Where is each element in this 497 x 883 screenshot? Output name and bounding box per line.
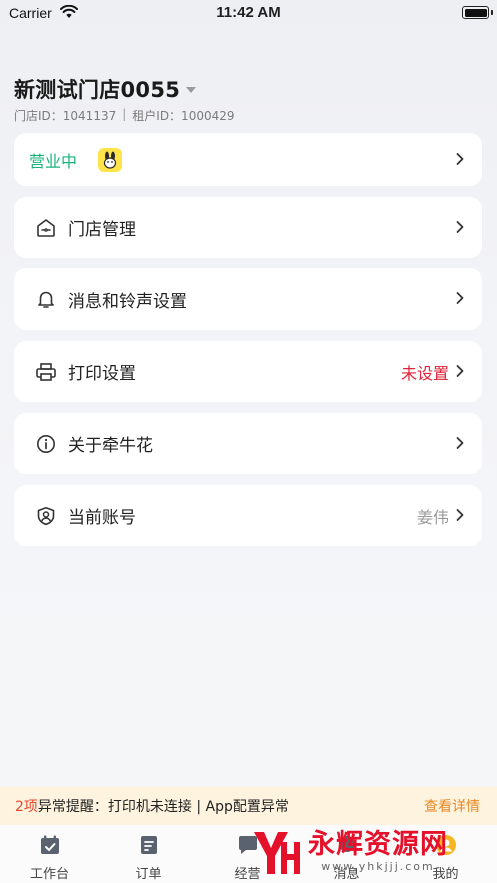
tenant-id: 租户ID：1000429	[132, 109, 235, 123]
id-separator: |	[122, 107, 127, 121]
bell-icon	[35, 288, 57, 310]
view-details-link[interactable]: 查看详情	[424, 796, 480, 816]
print-status-value: 未设置	[400, 363, 449, 383]
document-icon	[137, 833, 161, 861]
tab-orders[interactable]: 订单	[99, 825, 198, 883]
watermark-url: www.yhkjjj.com	[321, 860, 435, 873]
watermark-logo-icon	[248, 824, 304, 880]
chevron-right-icon	[456, 218, 464, 237]
current-account-label: 当前账号	[68, 508, 136, 528]
business-status-card[interactable]: 营业中	[14, 133, 482, 186]
tab-label: 订单	[135, 867, 162, 882]
message-ringtone-label: 消息和铃声设置	[68, 291, 187, 312]
store-name[interactable]: 新测试门店0055	[14, 74, 180, 104]
caret-down-icon[interactable]	[186, 87, 197, 93]
account-name-value: 姜伟	[416, 507, 449, 527]
store-switcher[interactable]: 新测试门店0055	[14, 74, 235, 104]
store-id: 门店ID：1041137	[14, 109, 117, 123]
alert-text: 异常提醒：打印机未连接 | App配置异常	[37, 799, 289, 815]
chevron-right-icon	[456, 434, 464, 453]
about-label: 关于牵牛花	[68, 436, 153, 456]
store-ids: 门店ID：1041137 | 租户ID：1000429	[14, 107, 235, 124]
chevron-right-icon	[456, 506, 464, 525]
info-icon	[35, 433, 57, 455]
store-header: 新测试门店0055 门店ID：1041137 | 租户ID：1000429	[14, 74, 235, 124]
alert-message: 2项异常提醒：打印机未连接 | App配置异常	[15, 796, 289, 816]
status-bar: Carrier 11:42 AM	[0, 0, 497, 28]
print-settings-label: 打印设置	[68, 364, 136, 384]
business-status-label: 营业中	[29, 151, 78, 171]
about-item[interactable]: 关于牵牛花	[14, 413, 482, 474]
printer-icon	[35, 361, 57, 383]
store-icon	[35, 217, 57, 239]
message-ringtone-item[interactable]: 消息和铃声设置	[14, 268, 482, 330]
alert-count: 2项	[15, 799, 38, 815]
rabbit-badge-icon	[98, 147, 122, 172]
clock: 11:42 AM	[216, 4, 281, 21]
tab-label: 工作台	[29, 867, 69, 882]
watermark: 永辉资源网 www.yhkjjj.com	[248, 820, 493, 883]
store-management-label: 门店管理	[68, 220, 136, 240]
print-settings-item[interactable]: 打印设置 未设置	[14, 341, 482, 402]
watermark-title: 永辉资源网	[308, 829, 448, 860]
tab-workbench[interactable]: 工作台	[0, 825, 99, 883]
battery-icon	[462, 6, 489, 19]
store-management-item[interactable]: 门店管理	[14, 197, 482, 258]
chevron-right-icon	[456, 362, 464, 381]
chevron-right-icon	[456, 290, 464, 309]
current-account-item[interactable]: 当前账号 姜伟	[14, 485, 482, 546]
calendar-icon	[38, 833, 62, 861]
chevron-right-icon	[456, 150, 464, 169]
battery-tip	[491, 10, 493, 15]
user-shield-icon	[35, 505, 57, 527]
